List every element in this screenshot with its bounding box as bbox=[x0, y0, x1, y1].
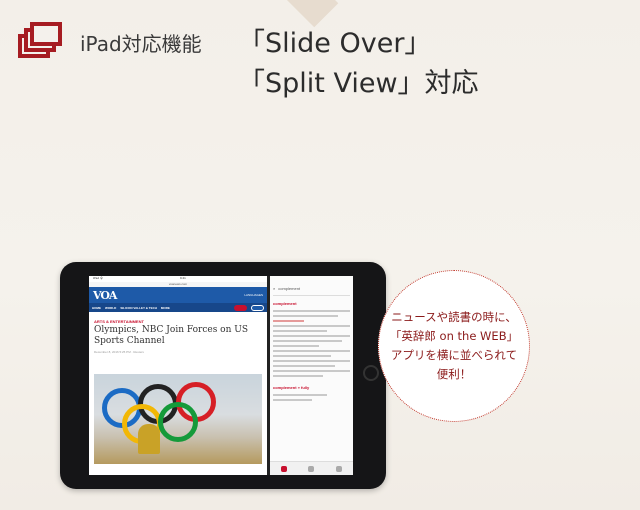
feature-title-line1: 「Slide Over」 bbox=[238, 28, 432, 59]
tab-search-icon[interactable] bbox=[280, 465, 287, 472]
search-icon: ⌕ bbox=[273, 286, 276, 291]
gymnast-figure bbox=[138, 424, 160, 454]
callout-line4: 便利！ bbox=[436, 367, 472, 381]
feature-title: 「Slide Over」 「Split View」対応 bbox=[238, 24, 479, 104]
callout-line1: ニュースや読書の時に、 bbox=[391, 310, 517, 324]
feature-label: iPad対応機能 bbox=[80, 32, 202, 56]
listen-button[interactable] bbox=[234, 304, 247, 311]
dictionary-definition bbox=[270, 310, 353, 377]
home-button bbox=[363, 365, 379, 381]
ipad-screen: iPad 令 9:41 voanews.com VOA LANGUAGES HO… bbox=[89, 276, 353, 475]
article-byline: December 8, 2016 5:25 PM · Reuters bbox=[94, 350, 144, 354]
callout-line2: 「英辞郎 on the WEB」 bbox=[389, 329, 519, 343]
nav-item[interactable]: HOME bbox=[92, 306, 101, 310]
multi-window-icon bbox=[18, 22, 62, 60]
tab-settings-icon[interactable] bbox=[336, 465, 343, 472]
dictionary-search-bar[interactable]: ⌕ complement bbox=[273, 282, 350, 296]
dictionary-search-input[interactable]: complement bbox=[278, 286, 300, 291]
news-app-pane: iPad 令 9:41 voanews.com VOA LANGUAGES HO… bbox=[89, 276, 267, 475]
callout-line3: アプリを横に並べられて bbox=[390, 348, 518, 362]
news-nav: HOME WORLD SILICON VALLEY & TECH MORE bbox=[89, 303, 267, 312]
callout-bubble: ニュースや読書の時に、 「英辞郎 on the WEB」 アプリを横に並べられて… bbox=[378, 270, 530, 422]
feature-title-line2: 「Split View」対応 bbox=[238, 68, 479, 99]
news-logo[interactable]: VOA bbox=[93, 289, 117, 302]
article-section: ARTS & ENTERTAINMENT bbox=[94, 319, 144, 324]
news-header: VOA LANGUAGES bbox=[89, 287, 267, 303]
dictionary-definition-2 bbox=[270, 394, 353, 401]
dictionary-tab-bar bbox=[270, 461, 353, 475]
nav-item[interactable]: WORLD bbox=[105, 306, 116, 310]
watch-button[interactable] bbox=[251, 304, 264, 311]
dictionary-entry-title-2[interactable]: complement » fully bbox=[270, 380, 353, 391]
status-left: iPad 令 bbox=[93, 276, 103, 280]
dictionary-app-pane: ⌕ complement complement complement » ful… bbox=[270, 276, 353, 475]
article-headline: Olympics, NBC Join Forces on US Sports C… bbox=[94, 325, 249, 346]
ipad-device: iPad 令 9:41 voanews.com VOA LANGUAGES HO… bbox=[60, 262, 386, 489]
ring-green bbox=[158, 402, 198, 442]
tab-history-icon[interactable] bbox=[308, 465, 315, 472]
nav-item[interactable]: SILICON VALLEY & TECH bbox=[120, 306, 157, 310]
olympic-rings-photo bbox=[94, 374, 262, 464]
nav-item[interactable]: MORE bbox=[161, 306, 170, 310]
dictionary-entry-title[interactable]: complement bbox=[270, 296, 353, 307]
language-menu[interactable]: LANGUAGES bbox=[244, 293, 263, 297]
